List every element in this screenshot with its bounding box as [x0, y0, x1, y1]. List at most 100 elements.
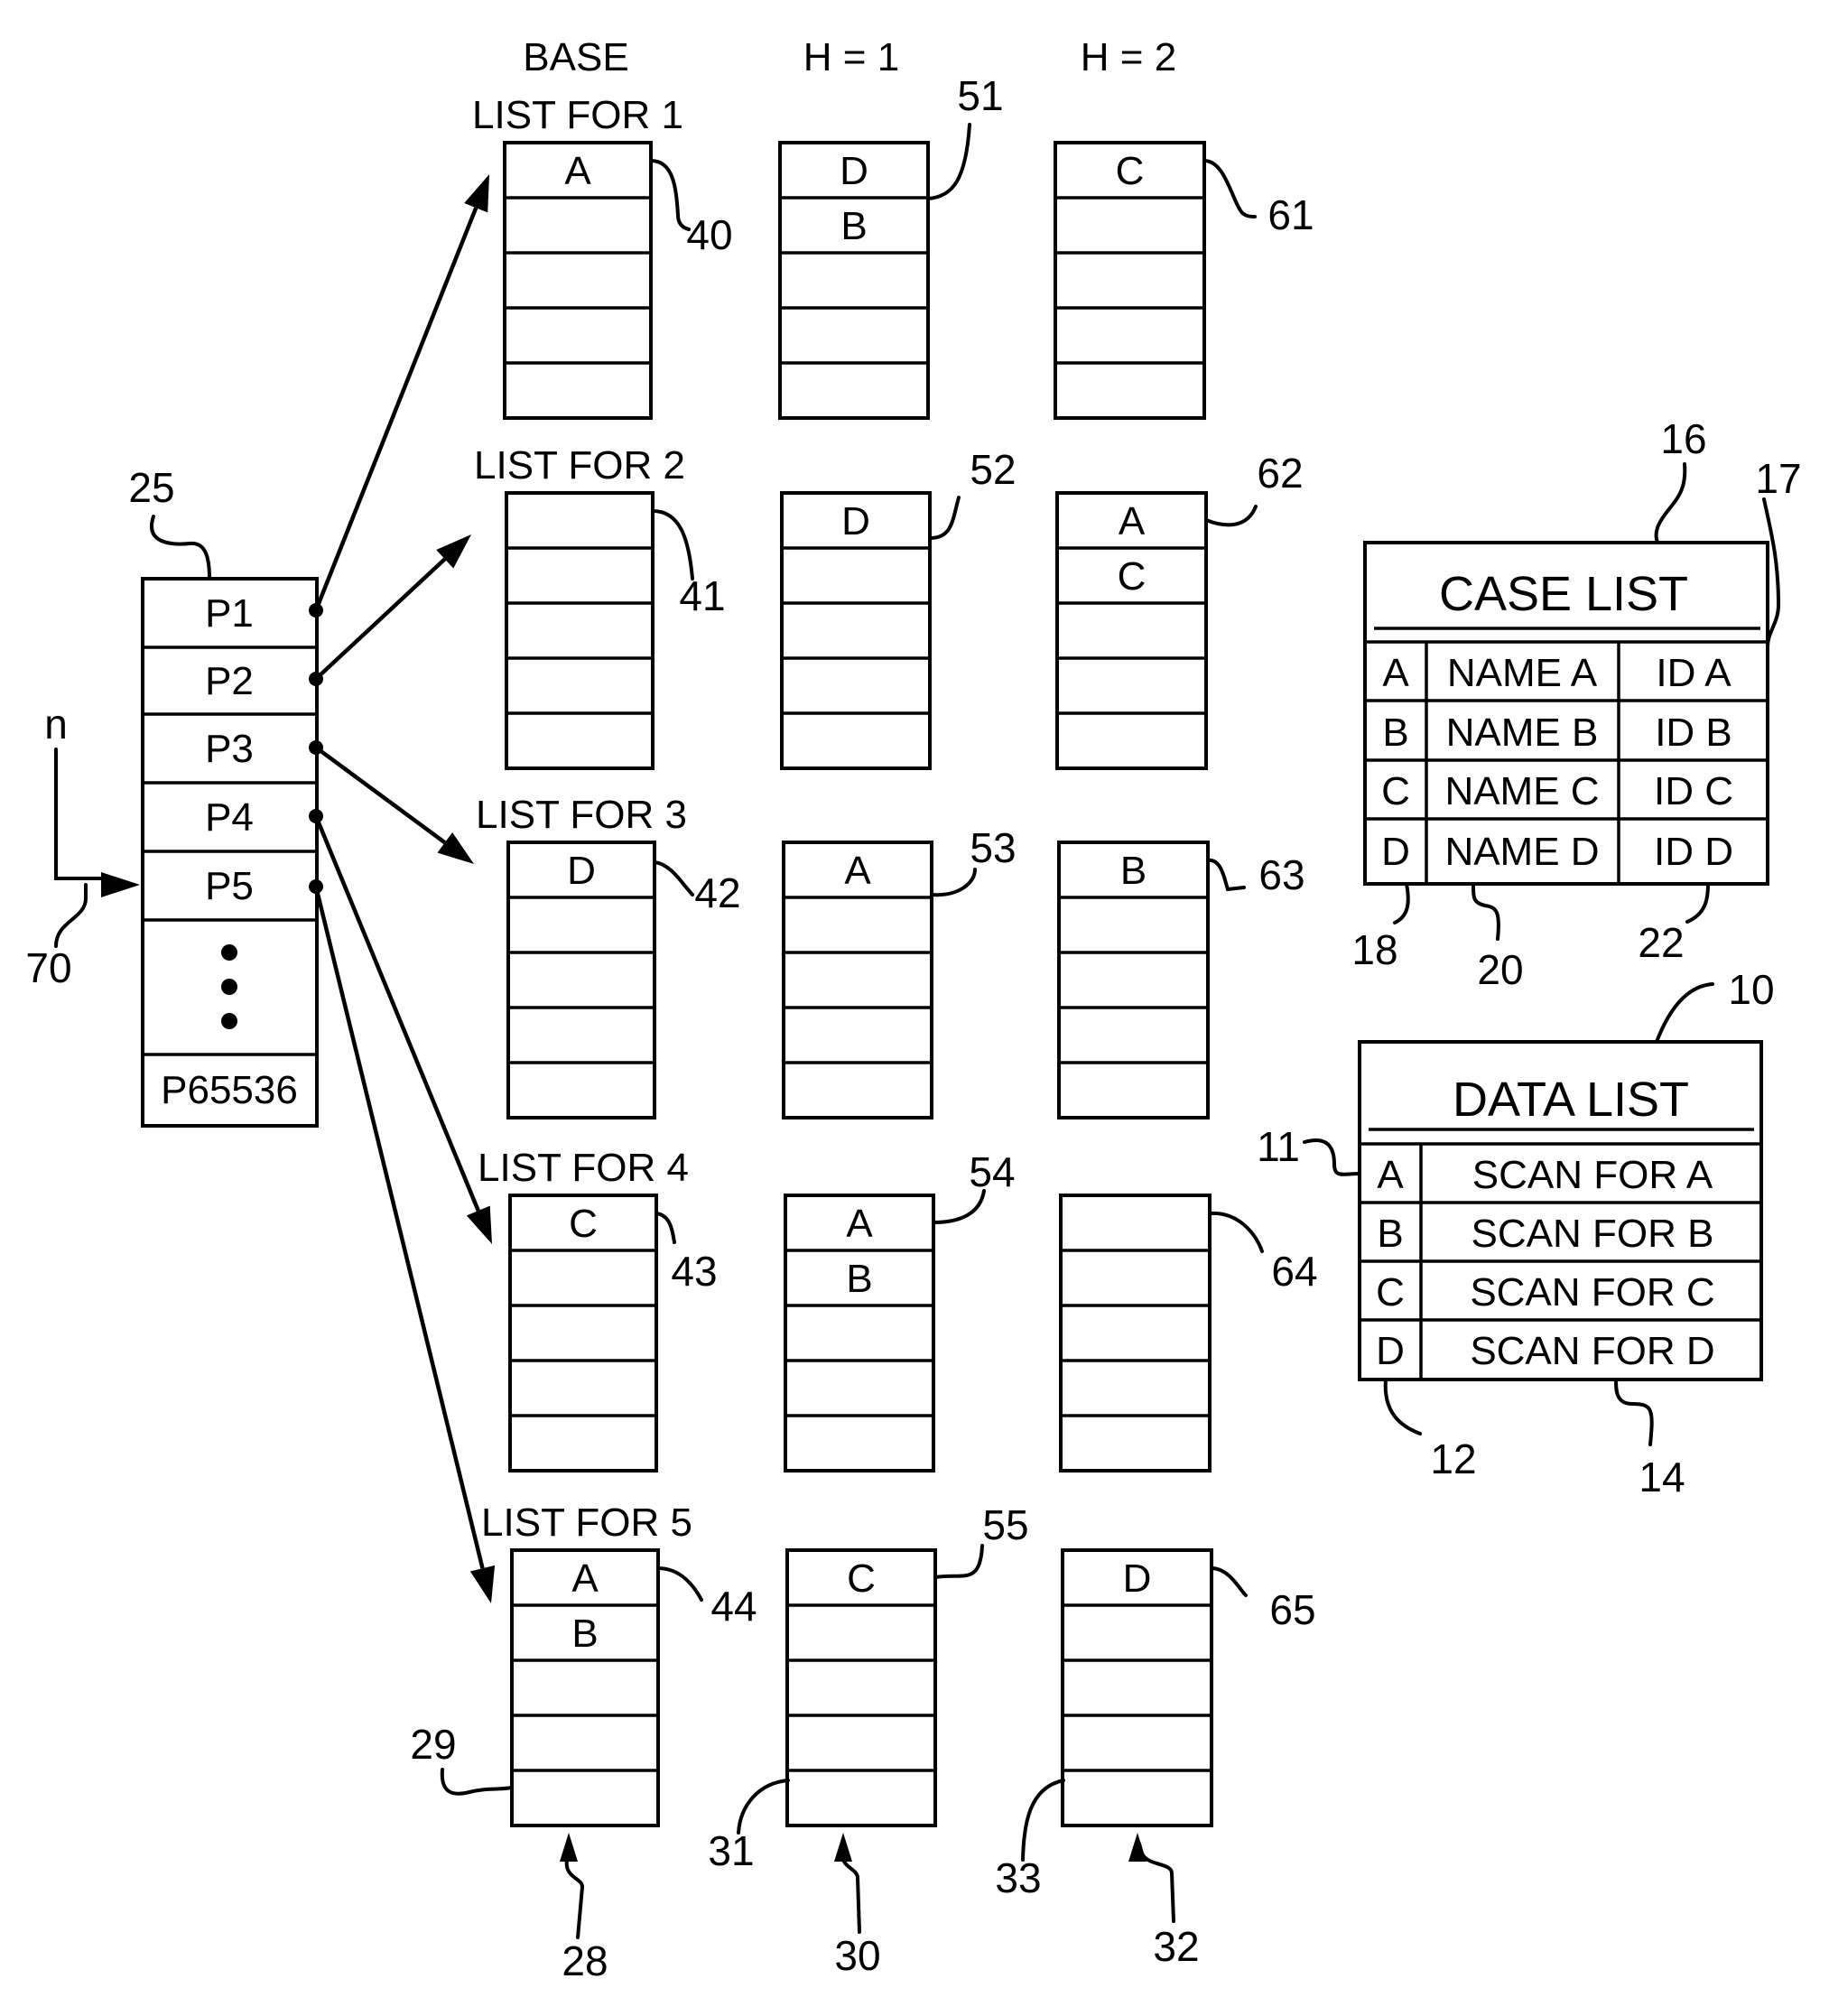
data-value: SCAN FOR A: [1472, 1153, 1713, 1197]
pointer-arrow: [309, 534, 471, 686]
column-arrowhead-icon: [834, 1833, 852, 1862]
list-cell: A: [846, 1202, 873, 1246]
leader-line: [933, 1544, 984, 1579]
ellipsis-dot: [221, 944, 237, 961]
leader-line: [54, 883, 88, 948]
index-arrowhead-icon: [101, 872, 140, 897]
data-value: SCAN FOR D: [1470, 1329, 1714, 1373]
case-id: ID C: [1654, 769, 1733, 813]
list-group: LIST FOR 2 41 D 52 AC 62: [474, 443, 1304, 770]
hash-list-column: D 42: [506, 841, 741, 1119]
ref-label: 44: [710, 1583, 757, 1630]
leader-line: [932, 1189, 986, 1224]
ref-label: 42: [694, 869, 740, 916]
hash-list-diagram: BASE H = 1 H = 2 P1 P2 P3 P4 P5 P65536 2…: [25, 35, 1801, 1984]
list-cell: A: [564, 149, 591, 193]
hash-list-column: A 53: [782, 824, 1017, 1119]
case-name: NAME D: [1444, 830, 1599, 874]
hash-list-column: D 65: [1061, 1548, 1316, 1827]
ref-label-12: 12: [1430, 1435, 1476, 1482]
leader-line: [150, 515, 211, 581]
ref-label-17: 17: [1755, 455, 1801, 502]
leader-line: [655, 1212, 676, 1244]
ref-label: 64: [1271, 1248, 1317, 1295]
data-key: B: [1377, 1212, 1403, 1256]
leader-line: [1204, 505, 1258, 527]
list-cell: C: [1116, 149, 1145, 193]
ref-label: 41: [679, 572, 725, 619]
list-cell: A: [844, 849, 871, 893]
arrowhead-icon: [437, 831, 474, 864]
hash-list-column: A 40: [503, 141, 733, 420]
list-group: LIST FOR 5 AB 44 C 55 D 65: [481, 1500, 1316, 1827]
ref-label: 52: [970, 446, 1016, 493]
pointer-arrow: [309, 740, 474, 864]
ref-label: 63: [1258, 851, 1304, 898]
hash-list-column: C 43: [508, 1194, 718, 1473]
case-list-table: CASE LIST A NAME A ID A B NAME B ID B C …: [1351, 415, 1801, 993]
hash-list-column: D 52: [780, 446, 1017, 770]
list-cell: B: [840, 204, 867, 248]
pointer-arrow-line: [313, 886, 485, 1569]
pointer-entry-p4: P4: [205, 795, 254, 840]
list-group-title: LIST FOR 5: [481, 1500, 692, 1545]
list-group: LIST FOR 1 A 40 DB 51 C 61: [472, 72, 1314, 420]
list-cell: D: [840, 149, 868, 193]
leader-line: [1383, 1378, 1422, 1435]
ref-label-20: 20: [1477, 946, 1523, 993]
ref-label-11: 11: [1257, 1123, 1300, 1170]
list-group-title: LIST FOR 4: [478, 1146, 689, 1190]
leader-line: [653, 860, 694, 897]
pointer-entry-p5: P5: [205, 864, 254, 908]
leader-line: [1303, 1138, 1361, 1176]
ref-label: 61: [1267, 191, 1314, 238]
leader-line: [1021, 1779, 1065, 1862]
ref-label: 55: [982, 1501, 1028, 1548]
hash-list-column: C 61: [1054, 141, 1314, 420]
ref-label: 53: [970, 824, 1016, 871]
leader-line: [1393, 882, 1410, 924]
leader-line: [649, 159, 691, 231]
pointer-arrow-line: [314, 557, 447, 681]
ref-label-16: 16: [1660, 415, 1706, 462]
ref-label: 65: [1269, 1586, 1315, 1633]
leader-line: [737, 1779, 790, 1835]
list-cell: B: [1120, 849, 1147, 893]
pointer-entry-p1: P1: [205, 591, 254, 636]
hash-list-column: DB 51: [778, 72, 1004, 420]
leader-line: [930, 868, 977, 897]
pointer-arrow-line: [313, 815, 480, 1212]
list-group-title: LIST FOR 1: [472, 93, 683, 137]
leader-line: [1210, 1566, 1248, 1597]
list-box-frame: [1059, 1194, 1212, 1473]
column-headers: BASE H = 1 H = 2: [523, 35, 1176, 79]
list-cell: A: [571, 1556, 599, 1601]
index-label-n: n: [44, 701, 68, 748]
data-list-table: DATA LIST A SCAN FOR A B SCAN FOR B C SC…: [1257, 966, 1774, 1500]
hash-list-column: AC 62: [1055, 450, 1304, 770]
case-key: A: [1382, 651, 1409, 695]
hash-list-column: AB 54: [784, 1148, 1016, 1473]
ref-label-18: 18: [1351, 926, 1397, 973]
list-box-frame: [505, 491, 655, 770]
arrowhead-icon: [466, 1205, 492, 1244]
ref-label-32: 32: [1153, 1923, 1199, 1970]
hash-list-column: AB 44: [510, 1548, 757, 1827]
column-header-h1: H = 1: [803, 35, 899, 79]
leader-line: [1614, 1378, 1654, 1446]
column-header-base: BASE: [523, 35, 628, 79]
case-id: ID A: [1656, 651, 1732, 695]
arrowhead-icon: [469, 1565, 496, 1603]
leader-line: [1206, 858, 1246, 892]
case-name: NAME A: [1447, 651, 1598, 695]
ref-label-25: 25: [128, 464, 174, 511]
ref-label-33: 33: [995, 1854, 1041, 1901]
case-list-title: CASE LIST: [1439, 567, 1688, 621]
leader-line: [1202, 159, 1257, 218]
ref-label-29: 29: [410, 1721, 456, 1768]
list-cell: C: [1118, 554, 1147, 599]
case-id: ID B: [1655, 711, 1732, 755]
case-key: C: [1381, 769, 1410, 813]
data-value: SCAN FOR B: [1472, 1212, 1714, 1256]
pointer-arrow: [309, 879, 496, 1603]
